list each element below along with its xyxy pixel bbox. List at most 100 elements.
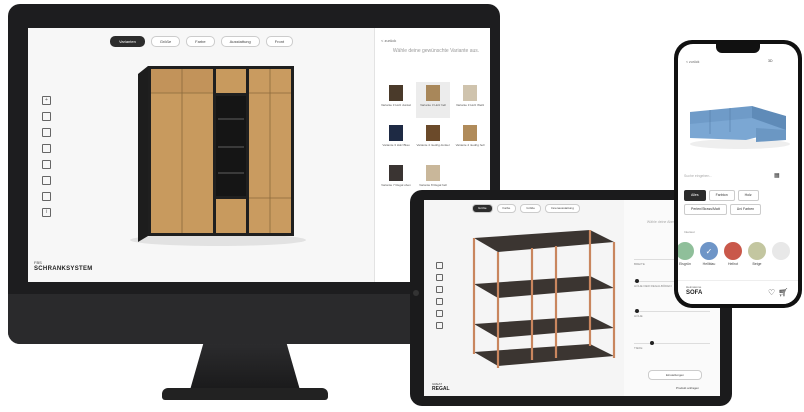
grid-icon[interactable] xyxy=(436,322,443,329)
brand-title: SCHRANKSYSTEM xyxy=(34,266,93,272)
color-dot xyxy=(724,242,742,260)
variant-label: Variante 4 niedrig dunkel xyxy=(416,143,450,147)
chip-uni-farben[interactable]: Uni Farben xyxy=(729,204,762,215)
variant-item[interactable]: Variante 3 Holz hell xyxy=(416,82,450,118)
phone-screen: < zurück 3D Suche eingeben... ▦ Alles Fa… xyxy=(678,44,798,304)
brand-small: Heimatome xyxy=(686,285,702,289)
color-option[interactable]: Hellrot xyxy=(724,242,742,266)
slider-knob[interactable] xyxy=(635,279,640,283)
color-dot xyxy=(678,242,694,260)
desktop-tool-column: + i xyxy=(42,96,52,217)
sofa-render[interactable] xyxy=(686,82,794,152)
edit-icon[interactable] xyxy=(436,310,443,317)
tab-farbe[interactable]: Farbe xyxy=(186,36,215,47)
color-option[interactable]: ✓ Hellblau xyxy=(700,242,718,266)
back-link[interactable]: < zurück xyxy=(686,60,699,64)
zoom-icon[interactable]: + xyxy=(42,96,51,105)
chip-alles[interactable]: Alles xyxy=(684,190,706,201)
info-icon[interactable]: i xyxy=(42,208,51,217)
search-input[interactable]: Suche eingeben... xyxy=(684,172,764,180)
phone-notch xyxy=(716,44,760,53)
variant-swatch xyxy=(389,85,403,101)
phone-footer: Heimatome SOFA ♡🛒︎ xyxy=(678,280,798,304)
chip-perlen[interactable]: Perlen/Strass/Matt xyxy=(684,204,727,215)
slider-track xyxy=(634,343,710,344)
copy-icon[interactable] xyxy=(42,128,51,137)
color-dot xyxy=(772,242,790,260)
slider-label: HÖHE DER REGALBÖDEN xyxy=(634,284,672,288)
slider-label: BREITE xyxy=(634,262,645,266)
slider-knob[interactable] xyxy=(635,309,640,313)
variant-swatch xyxy=(389,125,403,141)
settings-button[interactable]: Einstellungen xyxy=(648,370,702,380)
variant-swatch xyxy=(426,85,440,101)
variant-item[interactable]: Variante 3 Holz Blau xyxy=(379,122,413,158)
color-option[interactable]: Eisgrün xyxy=(678,242,694,266)
trash-icon[interactable] xyxy=(42,112,51,121)
trash-icon[interactable] xyxy=(436,274,443,281)
zoom-icon[interactable] xyxy=(436,262,443,269)
brand-title: REGAL xyxy=(432,386,450,392)
color-swatches: Eisgrün ✓ Hellblau Hellrot Beige xyxy=(678,242,790,266)
grid-icon[interactable] xyxy=(42,176,51,185)
section-label: Interieur xyxy=(684,230,696,234)
color-name: Hellrot xyxy=(727,262,739,266)
variant-item[interactable]: Variante 4 niedrig dunkel xyxy=(416,122,450,158)
color-option[interactable]: Beige xyxy=(748,242,766,266)
color-name: Eisgrün xyxy=(679,262,691,266)
heart-icon[interactable]: ♡ xyxy=(768,288,778,297)
move-icon[interactable] xyxy=(436,298,443,305)
monitor-stand xyxy=(190,344,300,390)
copy-icon[interactable] xyxy=(436,286,443,293)
tab-farbe[interactable]: Farbe xyxy=(496,204,517,213)
cart-icon[interactable]: 🛒︎ xyxy=(778,288,791,297)
slider-label: HÖHE xyxy=(634,314,643,318)
variant-swatch xyxy=(463,85,477,101)
request-product-button[interactable]: Produkt anfragen xyxy=(676,386,699,390)
edit-icon[interactable] xyxy=(42,160,51,169)
variant-item[interactable]: Variante 3 Holz dunkel xyxy=(379,82,413,118)
tab-ausstattung[interactable]: Ausstattung xyxy=(220,36,260,47)
variant-label: Variante 7 Regal oben xyxy=(381,183,411,187)
slider-track xyxy=(634,311,710,312)
back-link[interactable]: < zurück xyxy=(381,38,396,43)
color-dot xyxy=(748,242,766,260)
variant-item[interactable]: Variante 7 Regal oben xyxy=(379,162,413,198)
tab-innenausstattung[interactable]: Innenausstattung xyxy=(544,204,580,213)
variant-item[interactable]: Variante 4 niedrig hell xyxy=(453,122,487,158)
tab-varianten[interactable]: Varianten xyxy=(110,36,145,47)
footer-icons: ♡🛒︎ xyxy=(768,288,791,297)
monitor-stand-base xyxy=(162,388,328,400)
move-icon[interactable] xyxy=(42,144,51,153)
color-name: Hellblau xyxy=(702,262,716,266)
panel-title: Wähle deine gewünschte Variante aus. xyxy=(392,48,480,54)
chip-holz[interactable]: Holz xyxy=(737,190,759,201)
color-dot: ✓ xyxy=(700,242,718,260)
eye-icon[interactable] xyxy=(42,192,51,201)
grid-view-icon[interactable]: ▦ xyxy=(774,172,780,179)
tab-front[interactable]: Front xyxy=(265,36,294,47)
phone-device: < zurück 3D Suche eingeben... ▦ Alles Fa… xyxy=(674,40,802,308)
desktop-tab-bar: Varianten Größe Farbe Ausstattung Front xyxy=(110,36,330,47)
variant-label: Variante 3 Holz Weiß xyxy=(455,103,485,107)
variant-label: Variante 3 Holz dunkel xyxy=(381,103,411,107)
variant-label: Variante 3 Holz hell xyxy=(420,103,446,107)
variant-label: Variante 3 Holz Blau xyxy=(382,143,410,147)
variant-grid: Variante 3 Holz dunkel Variante 3 Holz h… xyxy=(379,82,489,198)
variant-swatch xyxy=(463,125,477,141)
slider-knob[interactable] xyxy=(649,341,654,345)
color-option[interactable] xyxy=(772,242,790,266)
view-3d-toggle[interactable]: 3D xyxy=(768,59,772,63)
variant-swatch xyxy=(426,125,440,141)
depth-slider[interactable]: TIEFE xyxy=(634,336,710,350)
tab-groesse[interactable]: Größe xyxy=(150,36,181,47)
tab-groesse-2[interactable]: Größe xyxy=(520,204,541,213)
shelf-render[interactable] xyxy=(464,220,624,370)
tablet-tab-bar: Größe Farbe Größe Innenausstattung xyxy=(472,204,580,213)
color-name: Beige xyxy=(752,262,762,266)
wardrobe-render[interactable] xyxy=(118,58,318,248)
variant-item[interactable]: Variante 3 Holz Weiß xyxy=(453,82,487,118)
chip-farbton[interactable]: Farbton xyxy=(708,190,735,201)
tab-groesse[interactable]: Größe xyxy=(472,204,493,213)
variant-label: Variante 4 niedrig hell xyxy=(455,143,485,147)
